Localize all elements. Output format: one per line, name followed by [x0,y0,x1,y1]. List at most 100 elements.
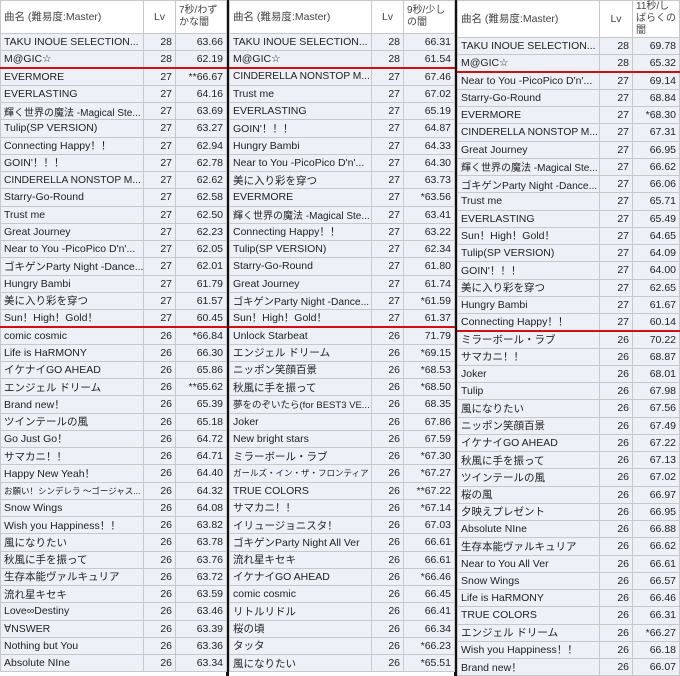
song-name: 風になりたい [0,533,144,552]
score: 61.67 [632,295,680,315]
table-row: 桜の風 26 66.97 [457,485,680,504]
table-row: 秋風に手を振って 26 63.76 [0,550,227,569]
score: *66.27 [632,623,680,642]
score: 67.22 [632,433,680,453]
level: 26 [599,606,633,625]
song-name: イケナイGO AHEAD [0,360,144,380]
score: 66.06 [632,174,680,194]
song-name: Wish you Happiness！！ [0,515,144,535]
score: **67.22 [403,481,455,500]
table-row: Go Just Go！ 26 64.72 [0,429,227,449]
level: 26 [371,377,404,397]
level: 26 [599,364,633,384]
table-row: Connecting Happy！！ 27 63.22 [229,222,455,242]
level: 26 [371,515,404,535]
song-name: 輝く世界の魔法 -Magical Ste... [457,157,600,177]
song-name: 秋風に手を振って [457,450,600,470]
score: 62.65 [632,278,680,297]
level: 26 [371,619,404,638]
song-name: Trust me [0,205,144,224]
table-row: 美に入り彩を穿つ 27 63.73 [229,170,455,190]
header-score: 7秒/わずかな闇 [175,0,227,34]
score: 66.34 [403,619,455,638]
level: 27 [599,105,633,125]
score: 61.74 [403,274,455,293]
score: 64.30 [403,153,455,173]
level: 26 [599,502,633,522]
level: 27 [143,222,176,242]
level: 27 [371,84,404,104]
table-row: 桜の頃 26 66.34 [229,619,455,638]
song-name: 生存本能ヴァルキュリア [0,567,144,587]
table-row: Sun！High！Gold！ 27 61.37 [229,308,455,328]
song-name: Unlock Starbeat [229,326,372,345]
level: 27 [599,71,633,90]
table-row: GOIN'！！！ 27 64.00 [457,261,680,280]
table-row: Near to You All Ver 26 66.61 [457,554,680,573]
table-row: サマカニ！！ 26 *67.14 [229,498,455,518]
level: 26 [371,326,404,345]
level: 27 [371,257,404,276]
song-name: 秋風に手を振って [229,377,372,397]
song-name: サマカニ！！ [0,446,144,466]
header-row: 曲名 (難易度:Master) Lv 11秒/しばらくの闇 [457,0,680,38]
level: 27 [143,308,176,328]
table-row: 美に入り彩を穿つ 27 62.65 [457,278,680,297]
level: 27 [599,157,633,177]
table-row: イケナイGO AHEAD 26 65.86 [0,360,227,380]
header-song-name: 曲名 (難易度:Master) [457,0,600,38]
score: *67.27 [403,464,455,483]
score: 62.78 [175,153,227,173]
table-row: Life is HaRMONY 26 66.30 [0,343,227,362]
level: 27 [143,274,176,293]
score-table: 曲名 (難易度:Master) Lv 11秒/しばらくの闇 TAKU INOUE SE… [457,0,680,676]
level: 27 [143,153,176,173]
level: 27 [599,243,633,263]
level: 27 [599,312,633,332]
level: 26 [143,446,176,466]
score: 67.02 [632,468,680,487]
table-row: Hungry Bambi 27 61.79 [0,274,227,293]
level: 26 [371,429,404,449]
table-row: Great Journey 27 66.95 [457,140,680,159]
level: 26 [599,433,633,453]
score: 62.58 [175,188,227,207]
table-row: 輝く世界の魔法 -Magical Ste... 27 63.69 [0,101,227,121]
score: 66.95 [632,140,680,159]
table-row: ガールズ・イン・ザ・フロンティア 26 *67.27 [229,464,455,483]
song-name: 流れ星キセキ [0,584,144,604]
score: 65.32 [632,54,680,74]
song-name: Hungry Bambi [0,274,144,293]
score: *68.53 [403,360,455,380]
score: *67.14 [403,498,455,518]
table-row: サマカニ！！ 26 64.71 [0,446,227,466]
score: 61.57 [175,291,227,311]
level: 26 [599,537,633,556]
score: 64.40 [175,464,227,483]
level: 26 [599,519,633,539]
table-row: EVERLASTING 27 65.49 [457,209,680,228]
song-name: Snow Wings [457,571,600,591]
level: 27 [599,209,633,228]
score: 66.46 [632,588,680,608]
level: 27 [371,188,404,207]
score: 61.80 [403,257,455,276]
table-row: TAKU INOUE SELECTION... 28 66.31 [229,32,455,52]
level: 27 [143,170,176,190]
score: 70.22 [632,330,680,349]
table-row: Starry-Go-Round 27 62.58 [0,188,227,207]
score: 69.78 [632,36,680,56]
level: 26 [143,481,176,500]
song-name: Great Journey [457,140,600,159]
song-name: ツインテールの風 [457,468,600,487]
song-name: 秋風に手を振って [0,550,144,569]
level: 27 [599,192,633,211]
score: *69.15 [403,343,455,362]
song-name: Starry-Go-Round [229,257,372,276]
level: 26 [599,571,633,591]
score-group-1: 曲名 (難易度:Master) Lv 7秒/わずかな闇 TAKU INOUE SELE… [0,0,229,676]
score: 64.87 [403,119,455,138]
level: 26 [371,498,404,518]
level: 27 [371,67,404,86]
table-row: 生存本能ヴァルキュリア 26 66.62 [457,537,680,556]
